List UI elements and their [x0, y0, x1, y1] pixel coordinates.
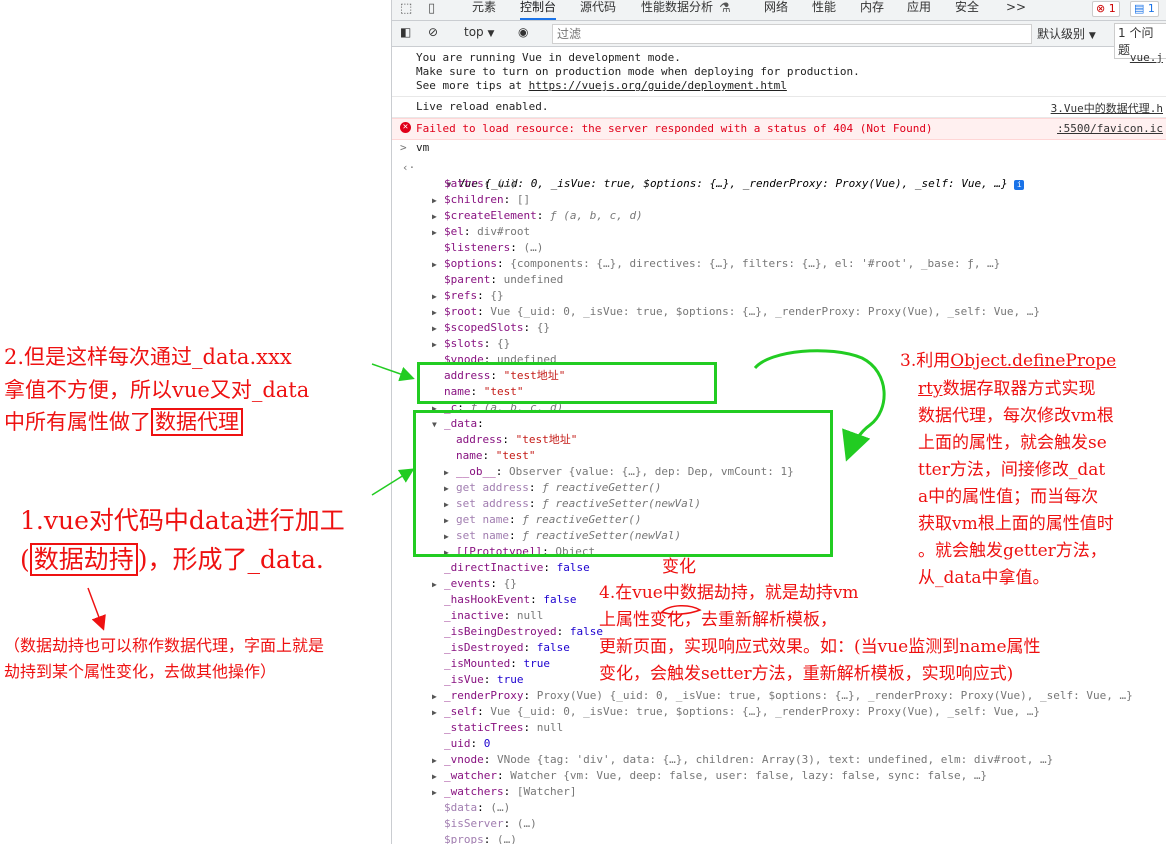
annotation-3-line5: tter方法，间接修改_dat: [918, 460, 1106, 480]
annotation-2-line2: 拿值不方便，所以vue又对_data: [4, 378, 310, 402]
annotation-1-line1: 1.vue对代码中data进行加工: [20, 506, 345, 535]
annotation-3-code: Object.definePrope: [950, 351, 1117, 371]
annotation-4-floating-word: 变化: [662, 557, 696, 577]
arrow-hijack-to-data: [371, 468, 415, 496]
annotation-2-line3: 中所有属性做了 数据代理: [4, 406, 243, 436]
annotation-3-line1: 3.利用Object.definePrope: [900, 346, 1116, 371]
annotation-3-line9: 从_data中拿值。: [918, 568, 1050, 588]
annotation-1-boxed-term: 数据劫持: [29, 543, 138, 576]
annotation-4-line4: 变化，会触发setter方法，重新解析模板，实现响应式): [599, 664, 1014, 684]
annotation-2-prefix: 中所有属性做了: [4, 410, 151, 434]
annotation-1-line2: (数据劫持)，形成了_data.: [20, 540, 324, 576]
annotation-4-line2: 上属性变化，去重新解析模板，: [599, 610, 837, 630]
arrow-proxy-to-root: [371, 363, 415, 382]
annotation-2-boxed-term: 数据代理: [151, 408, 243, 436]
annotation-3-line8: 。就会触发getter方法，: [918, 541, 1107, 561]
arrow-curve-proxy-to-data: [753, 349, 886, 462]
annotation-1-note-line2: 劫持到某个属性变化，去做其他操作）: [4, 662, 277, 681]
annotation-1-note-line1: （数据劫持也可以称作数据代理，字面上就是: [4, 636, 325, 655]
annotation-3-line7: 获取vm根上面的属性值时: [918, 514, 1114, 534]
annotation-4-line3: 更新页面，实现响应式效果。如：(当vue监测到name属性: [599, 637, 1041, 657]
annotation-3-line3: 数据代理，每次修改vm根: [918, 406, 1114, 426]
annotation-3-line4: 上面的属性，就会触发se: [918, 433, 1107, 453]
annotation-3-line6: a中的属性值；而当每次: [918, 487, 1099, 507]
annotation-3-prefix: 3.利用: [900, 351, 951, 371]
annotation-3-line2-rest: 数据存取器方式实现: [942, 379, 1096, 399]
annotation-2-line1: 2.但是这样每次通过_data.xxx: [4, 345, 292, 369]
annotation-4-line1: 4.在vue中数据劫持，就是劫持vm: [599, 583, 859, 603]
annotation-3-code-tail: rty: [918, 379, 943, 399]
annotation-3-line2: rty数据存取器方式实现: [918, 374, 1096, 399]
arrow-note-pointer: [87, 587, 106, 631]
annotation-1-rest: )，形成了_data.: [137, 545, 324, 574]
annotation-1-open-paren: (: [20, 545, 30, 574]
